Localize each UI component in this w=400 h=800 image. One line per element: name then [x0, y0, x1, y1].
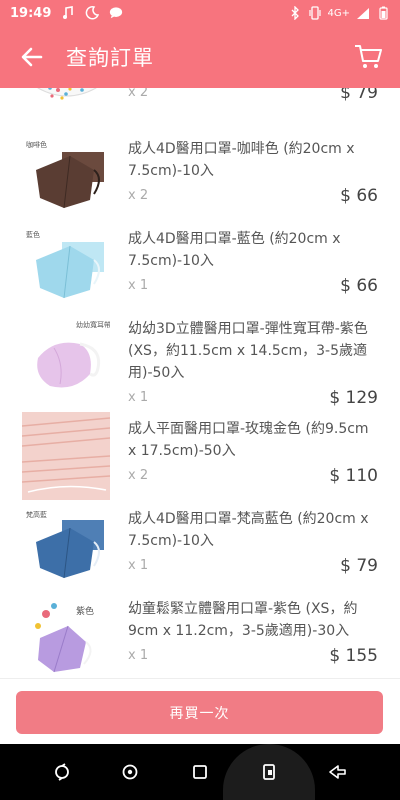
split-screen-button[interactable] [255, 758, 283, 786]
product-thumbnail [24, 88, 110, 110]
overview-button[interactable] [186, 758, 214, 786]
order-item[interactable]: 咖啡色 成人4D醫用口罩-咖啡色 (約20cm x 7.5cm)-10入 x 2… [0, 132, 400, 222]
moon-icon [85, 6, 100, 20]
item-name: 幼幼3D立體醫用口罩-彈性寬耳帶-紫色 (XS，約11.5cm x 14.5cm… [128, 321, 368, 381]
item-price: $ 79 [340, 556, 378, 576]
thumbnail-label: 梵高藍 [26, 511, 47, 519]
network-type: 4G+ [327, 7, 351, 19]
recents-app-button[interactable] [48, 758, 76, 786]
battery-icon [376, 6, 390, 20]
phone-split-icon [263, 764, 275, 780]
thumbnail-label: 藍色 [26, 231, 40, 239]
product-thumbnail: 咖啡色 [24, 138, 110, 216]
swap-icon [55, 763, 69, 781]
square-icon [193, 765, 207, 779]
cart-button[interactable] [348, 37, 388, 77]
item-price: $ 110 [329, 466, 378, 486]
item-quantity: x 2 [128, 468, 149, 483]
item-quantity: x 1 [128, 278, 149, 293]
music-note-icon [61, 6, 75, 20]
product-thumbnail: 紫色 [24, 598, 110, 676]
product-thumbnail: 梵高藍 [24, 508, 110, 586]
thumbnail-label: 幼幼寬耳帶 紫色 [76, 321, 110, 329]
product-thumbnail: 藍色 [24, 228, 110, 306]
vibrate-icon [308, 6, 322, 20]
system-nav-bar [0, 744, 400, 800]
order-item[interactable]: 梵高藍 成人4D醫用口罩-梵高藍色 (約20cm x 7.5cm)-10入 x … [0, 502, 400, 592]
item-price: $ 155 [329, 646, 378, 666]
item-quantity: x 2 [128, 88, 149, 100]
arrow-left-icon [21, 47, 43, 67]
cart-icon [355, 45, 382, 68]
back-nav-button[interactable] [323, 758, 351, 786]
item-name: 成人4D醫用口罩-咖啡色 (約20cm x 7.5cm)-10入 [128, 141, 355, 179]
back-button[interactable] [12, 37, 52, 77]
page-title: 查詢訂單 [66, 46, 154, 70]
status-bar: 19:49 4G+ [0, 0, 400, 26]
item-quantity: x 1 [128, 390, 149, 405]
home-button[interactable] [116, 758, 144, 786]
thumbnail-label: 紫色 [76, 607, 95, 617]
product-thumbnail: 幼幼寬耳帶 紫色 [24, 318, 110, 402]
product-thumbnail [22, 412, 110, 500]
item-quantity: x 1 [128, 558, 149, 573]
order-item[interactable]: 紫色 幼童鬆緊立體醫用口罩-紫色 (XS，約9cm x 11.2cm，3-5歲適… [0, 592, 400, 678]
triangle-back-icon [329, 765, 346, 779]
thumbnail-label: 咖啡色 [26, 141, 47, 149]
bottom-action-bar: 再買一次 [0, 678, 400, 744]
order-item-list[interactable]: x 2 $ 79 咖啡色 成人4D醫用口罩-咖啡色 (約20cm x 7.5cm… [0, 88, 400, 678]
order-item[interactable]: x 2 $ 79 [0, 88, 400, 116]
item-name: 成人平面醫用口罩-玫瑰金色 (約9.5cm x 17.5cm)-50入 [128, 421, 369, 459]
signal-icon [356, 6, 370, 20]
item-quantity: x 1 [128, 648, 149, 663]
item-price: $ 66 [340, 276, 378, 296]
order-item[interactable]: 幼幼寬耳帶 紫色 幼幼3D立體醫用口罩-彈性寬耳帶-紫色 (XS，約11.5cm… [0, 312, 400, 422]
item-name: 成人4D醫用口罩-梵高藍色 (約20cm x 7.5cm)-10入 [128, 511, 369, 549]
item-price: $ 129 [329, 388, 378, 408]
buy-again-button[interactable]: 再買一次 [16, 691, 383, 734]
item-name: 幼童鬆緊立體醫用口罩-紫色 (XS，約9cm x 11.2cm，3-5歲適用)-… [128, 601, 358, 639]
item-name: 成人4D醫用口罩-藍色 (約20cm x 7.5cm)-10入 [128, 231, 341, 269]
order-item[interactable]: 藍色 成人4D醫用口罩-藍色 (約20cm x 7.5cm)-10入 x 1 $… [0, 222, 400, 312]
bluetooth-icon [288, 6, 302, 20]
home-circle-icon [122, 764, 138, 780]
item-price: $ 79 [340, 88, 378, 103]
item-price: $ 66 [340, 186, 378, 206]
status-time: 19:49 [10, 5, 52, 21]
item-quantity: x 2 [128, 188, 149, 203]
order-item[interactable]: 成人平面醫用口罩-玫瑰金色 (約9.5cm x 17.5cm)-50入 x 2 … [0, 412, 400, 502]
app-bar: 查詢訂單 [0, 26, 400, 88]
chat-bubble-icon [109, 6, 123, 20]
